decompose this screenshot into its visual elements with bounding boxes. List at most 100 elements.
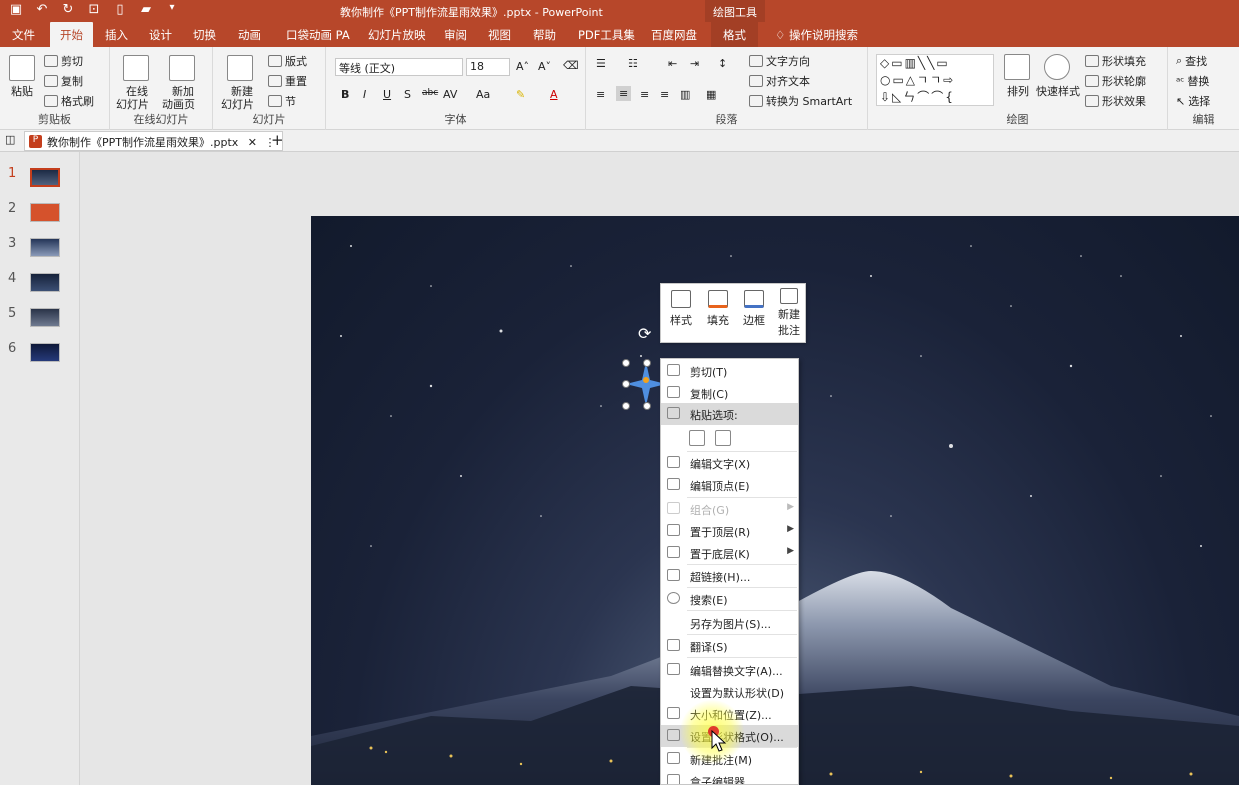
align-right-icon[interactable]: ≡ [640,88,649,101]
presenter-icon[interactable]: ⊡ [86,2,102,17]
section-button[interactable]: 节 [268,93,296,109]
thumbnail-slide-5[interactable]: 5 [0,306,80,336]
undo-icon[interactable]: ↶ [34,2,50,17]
distributed-icon[interactable]: ▥ [680,88,690,101]
mini-border-button[interactable]: 边框 [738,290,770,328]
align-center-icon[interactable]: ≡ [616,86,632,101]
thumbnail-slide-1[interactable]: 1 [0,166,80,196]
save-icon[interactable]: ▣ [8,2,24,17]
menu-item-box-editor[interactable]: 盒子编辑器 [661,770,798,784]
new-anim-line2[interactable]: 动画页 [162,96,195,112]
online-slide-line2[interactable]: 幻灯片 [116,96,149,112]
tab-baidu-netdisk[interactable]: 百度网盘 [651,22,697,47]
tab-design[interactable]: 设计 [149,22,172,47]
resize-handle-s[interactable] [643,402,651,410]
shapes-gallery[interactable]: ◇▭▥╲╲▭ ○▭△ㄱㄱ⇨ ⇩◺ㄣ⌒⌒{ [876,54,994,106]
shrink-font-icon[interactable]: A˅ [538,60,551,73]
thumbnail-slide-2[interactable]: 2 [0,201,80,231]
paste-as-picture-icon[interactable] [715,430,731,446]
new-slide-line2[interactable]: 幻灯片 [221,96,254,112]
thumbnail-slide-4[interactable]: 4 [0,271,80,301]
thumbnail-slide-3[interactable]: 3 [0,236,80,266]
columns-icon[interactable]: ▦ [706,88,716,101]
line-spacing-icon[interactable]: ↕ [718,57,727,70]
shape-fill-button[interactable]: 形状填充 [1085,53,1146,69]
align-left-icon[interactable]: ≡ [596,88,605,101]
menu-item-translate[interactable]: 翻译(S) [661,635,798,657]
shadow-icon[interactable]: S [404,88,411,101]
format-painter-button[interactable]: 格式刷 [44,93,94,109]
underline-icon[interactable]: U [383,88,391,101]
tab-list-icon[interactable]: ◫ [5,133,15,146]
document-tab[interactable]: P 教你制作《PPT制作流星雨效果》.pptx ✕ ⋮ [24,131,283,151]
menu-item-edit-alt-text[interactable]: 编辑替换文字(A)... [661,659,798,681]
align-text-button[interactable]: 对齐文本 [749,73,810,89]
tab-review[interactable]: 审阅 [444,22,467,47]
change-case-icon[interactable]: Aa [476,88,490,101]
menu-item-search[interactable]: 搜索(E) [661,588,798,610]
highlight-icon[interactable]: ✎ [516,88,525,101]
open-folder-icon[interactable]: ▰ [138,2,154,17]
new-file-icon[interactable]: ▯ [112,2,128,17]
font-size-select[interactable]: 18 [466,58,510,76]
tab-pdf-tools[interactable]: PDF工具集 [578,22,635,47]
italic-icon[interactable]: I [363,88,366,101]
tell-me-search[interactable]: ♢ 操作说明搜索 [775,22,858,47]
shape-outline-button[interactable]: 形状轮廓 [1085,73,1146,89]
redo-icon[interactable]: ↻ [60,2,76,17]
arrange-button[interactable]: 排列 [1007,83,1029,99]
clear-format-icon[interactable]: ⌫ [563,59,579,72]
bold-icon[interactable]: B [341,88,349,101]
menu-item-hyperlink[interactable]: 超链接(H)... [661,565,798,587]
tab-home[interactable]: 开始 [50,22,93,47]
font-name-select[interactable]: 等线 (正文) [335,58,463,76]
tab-file[interactable]: 文件 [12,22,35,47]
font-color-icon[interactable]: A [550,88,558,101]
menu-item-edit-text[interactable]: 编辑文字(X) [661,452,798,474]
resize-handle-w[interactable] [622,380,630,388]
tab-view[interactable]: 视图 [488,22,511,47]
shape-effects-button[interactable]: 形状效果 [1085,93,1146,109]
strikethrough-icon[interactable]: abc [422,88,438,98]
grow-font-icon[interactable]: A˄ [516,60,529,73]
paste-icon[interactable] [9,55,35,81]
replace-button[interactable]: ᵃᶜ 替换 [1176,73,1209,89]
smartart-button[interactable]: 转换为 SmartArt [749,93,852,109]
tab-animations[interactable]: 动画 [238,22,261,47]
menu-item-send-to-back[interactable]: 置于底层(K) ▶ [661,542,798,564]
tab-format[interactable]: 格式 [711,22,758,47]
justify-icon[interactable]: ≡ [660,88,669,101]
tab-slideshow[interactable]: 幻灯片放映 [368,22,426,47]
resize-handle-n[interactable] [643,359,651,367]
mini-style-button[interactable]: 样式 [665,290,697,328]
rotate-handle-icon[interactable]: ⟳ [638,324,651,343]
menu-item-set-default-shape[interactable]: 设置为默认形状(D) [661,681,798,703]
find-button[interactable]: ⌕ 查找 [1176,53,1207,69]
paste-keep-format-icon[interactable] [689,430,705,446]
close-tab-icon[interactable]: ✕ [248,136,257,149]
bullets-icon[interactable]: ☰ [596,57,606,70]
tab-insert[interactable]: 插入 [105,22,128,47]
numbering-icon[interactable]: ☷ [628,57,638,70]
reset-button[interactable]: 重置 [268,73,307,89]
menu-item-copy[interactable]: 复制(C) [661,382,798,404]
cut-button[interactable]: 剪切 [44,53,83,69]
quick-styles-button[interactable]: 快速样式 [1036,83,1080,99]
paste-button[interactable]: 粘贴 [11,83,33,99]
copy-button[interactable]: 复制 [44,73,83,89]
select-button[interactable]: ↖ 选择 [1176,93,1210,109]
menu-item-bring-to-front[interactable]: 置于顶层(R) ▶ [661,520,798,542]
mini-fill-button[interactable]: 填充 [702,290,734,328]
char-spacing-icon[interactable]: AV [443,88,457,101]
tab-pocket-animation[interactable]: 口袋动画 PA [286,22,350,47]
resize-handle-nw[interactable] [622,359,630,367]
resize-handle-sw[interactable] [622,402,630,410]
menu-item-edit-points[interactable]: 编辑顶点(E) [661,474,798,496]
increase-indent-icon[interactable]: ⇥ [690,57,699,70]
layout-button[interactable]: 版式 [268,53,307,69]
tab-help[interactable]: 帮助 [533,22,556,47]
customize-qat-icon[interactable]: ▾ [164,2,180,17]
thumbnail-slide-6[interactable]: 6 [0,341,80,371]
text-direction-button[interactable]: 文字方向 [749,53,810,69]
mini-new-comment-button[interactable]: 新建 批注 [773,288,805,338]
